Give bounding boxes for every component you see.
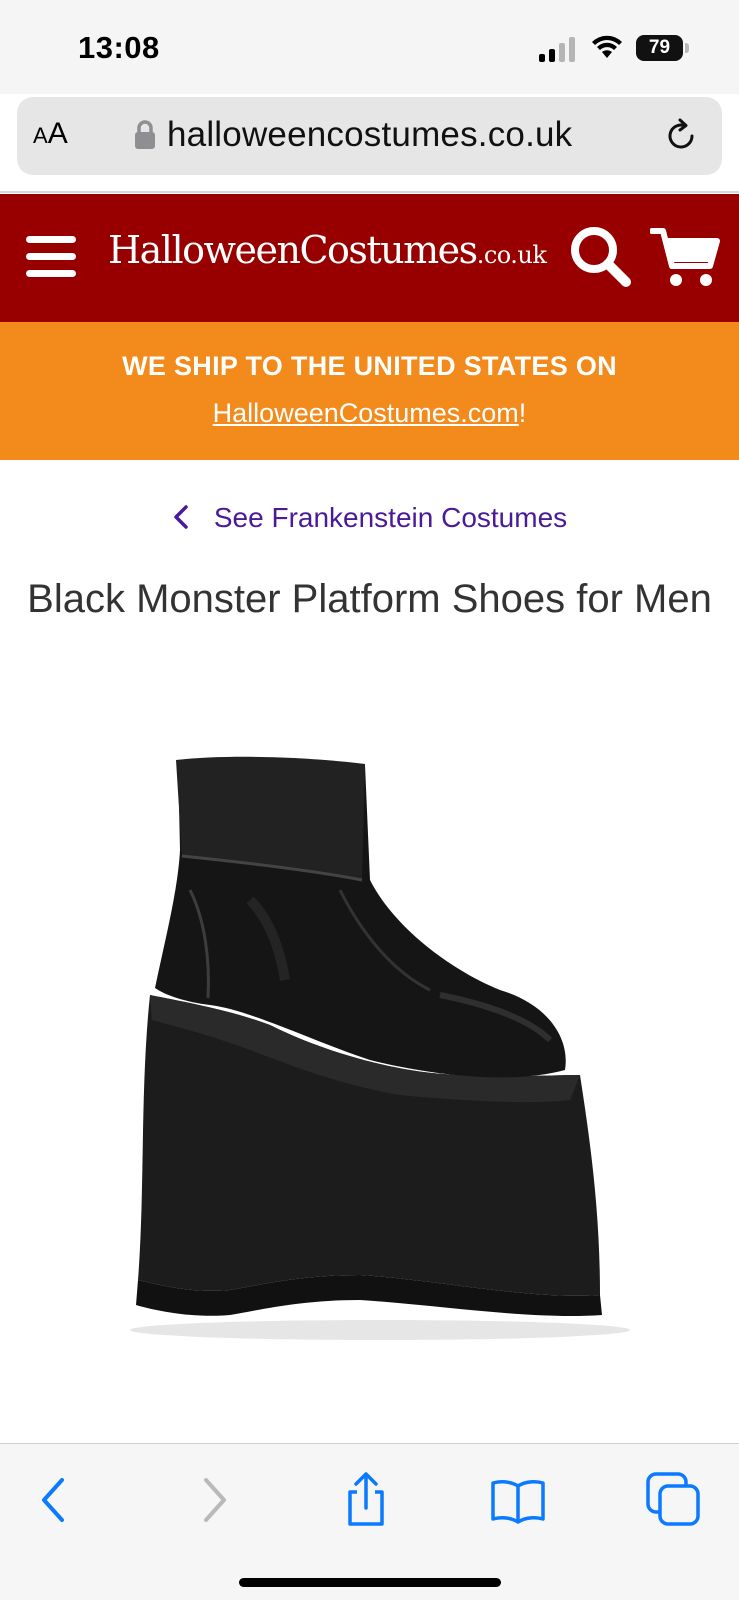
breadcrumb-label[interactable]: See Frankenstein Costumes bbox=[214, 502, 567, 533]
search-icon[interactable] bbox=[568, 224, 632, 288]
wifi-icon bbox=[592, 35, 622, 58]
chevron-left-icon bbox=[174, 505, 188, 529]
us-site-link[interactable]: HalloweenCostumes.com bbox=[213, 398, 519, 428]
battery-icon: 79 bbox=[636, 35, 689, 61]
text-size-button[interactable]: AA bbox=[33, 117, 68, 151]
breadcrumb[interactable]: See Frankenstein Costumes bbox=[0, 502, 739, 534]
tabs-icon[interactable] bbox=[646, 1472, 702, 1528]
cellular-signal-icon bbox=[539, 37, 575, 62]
share-icon[interactable] bbox=[338, 1472, 394, 1528]
bookmarks-icon[interactable] bbox=[490, 1472, 546, 1528]
product-image[interactable] bbox=[110, 740, 630, 1360]
back-icon[interactable] bbox=[28, 1472, 84, 1528]
status-time: 13:08 bbox=[78, 30, 160, 65]
product-title: Black Monster Platform Shoes for Men bbox=[27, 577, 712, 621]
reload-icon[interactable] bbox=[662, 117, 700, 155]
cart-icon[interactable] bbox=[650, 226, 722, 290]
divider bbox=[0, 191, 739, 193]
status-bar: 13:08 79 bbox=[0, 0, 739, 94]
browser-toolbar bbox=[0, 1443, 739, 1600]
url-text[interactable]: halloweencostumes.co.uk bbox=[167, 115, 572, 155]
battery-level: 79 bbox=[636, 35, 683, 61]
lock-icon bbox=[135, 120, 155, 149]
menu-button[interactable] bbox=[26, 236, 76, 278]
promo-text: WE SHIP TO THE UNITED STATES ON bbox=[122, 351, 617, 381]
home-indicator bbox=[239, 1578, 501, 1587]
site-header: HalloweenCostumes.co.uk bbox=[0, 194, 739, 322]
site-logo[interactable]: HalloweenCostumes.co.uk bbox=[108, 228, 547, 272]
address-bar[interactable]: AA halloweencostumes.co.uk bbox=[17, 97, 722, 175]
promo-link-line: HalloweenCostumes.com! bbox=[212, 398, 527, 428]
forward-icon[interactable] bbox=[184, 1472, 240, 1528]
shipping-promo-banner: WE SHIP TO THE UNITED STATES ON Hallowee… bbox=[0, 322, 739, 460]
